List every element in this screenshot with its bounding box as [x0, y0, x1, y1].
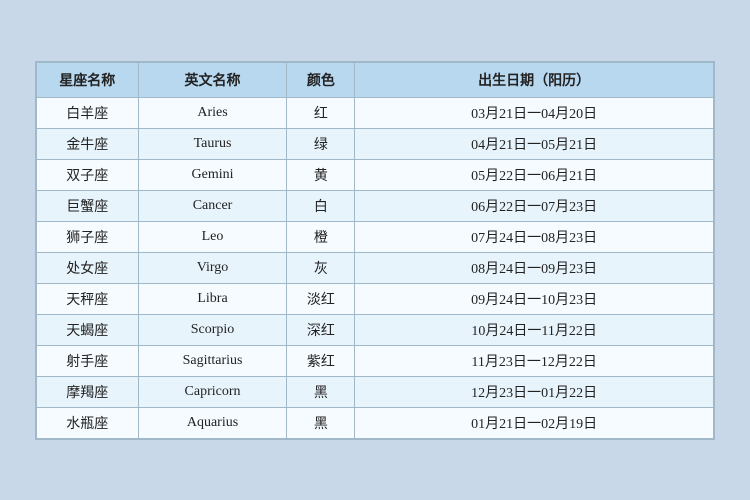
- header-date: 出生日期（阳历）: [355, 62, 714, 97]
- cell-date: 01月21日一02月19日: [355, 407, 714, 438]
- cell-english: Leo: [138, 221, 287, 252]
- cell-chinese: 狮子座: [37, 221, 139, 252]
- cell-chinese: 双子座: [37, 159, 139, 190]
- cell-date: 05月22日一06月21日: [355, 159, 714, 190]
- cell-english: Aquarius: [138, 407, 287, 438]
- table-row: 天蝎座Scorpio深红10月24日一11月22日: [37, 314, 714, 345]
- cell-chinese: 白羊座: [37, 97, 139, 128]
- cell-chinese: 天蝎座: [37, 314, 139, 345]
- cell-english: Virgo: [138, 252, 287, 283]
- cell-date: 12月23日一01月22日: [355, 376, 714, 407]
- header-english: 英文名称: [138, 62, 287, 97]
- cell-english: Aries: [138, 97, 287, 128]
- cell-date: 09月24日一10月23日: [355, 283, 714, 314]
- cell-date: 04月21日一05月21日: [355, 128, 714, 159]
- cell-english: Libra: [138, 283, 287, 314]
- cell-color: 绿: [287, 128, 355, 159]
- header-color: 颜色: [287, 62, 355, 97]
- cell-color: 黑: [287, 407, 355, 438]
- cell-color: 灰: [287, 252, 355, 283]
- cell-color: 深红: [287, 314, 355, 345]
- cell-chinese: 摩羯座: [37, 376, 139, 407]
- cell-english: Sagittarius: [138, 345, 287, 376]
- table-row: 双子座Gemini黄05月22日一06月21日: [37, 159, 714, 190]
- cell-chinese: 水瓶座: [37, 407, 139, 438]
- table-row: 摩羯座Capricorn黑12月23日一01月22日: [37, 376, 714, 407]
- table-row: 天秤座Libra淡红09月24日一10月23日: [37, 283, 714, 314]
- cell-english: Scorpio: [138, 314, 287, 345]
- cell-english: Capricorn: [138, 376, 287, 407]
- cell-chinese: 处女座: [37, 252, 139, 283]
- cell-english: Taurus: [138, 128, 287, 159]
- table-header-row: 星座名称 英文名称 颜色 出生日期（阳历）: [37, 62, 714, 97]
- cell-date: 07月24日一08月23日: [355, 221, 714, 252]
- cell-color: 黑: [287, 376, 355, 407]
- cell-color: 红: [287, 97, 355, 128]
- cell-color: 白: [287, 190, 355, 221]
- table-row: 白羊座Aries红03月21日一04月20日: [37, 97, 714, 128]
- zodiac-table: 星座名称 英文名称 颜色 出生日期（阳历） 白羊座Aries红03月21日一04…: [36, 62, 714, 439]
- cell-chinese: 天秤座: [37, 283, 139, 314]
- cell-date: 03月21日一04月20日: [355, 97, 714, 128]
- table-row: 金牛座Taurus绿04月21日一05月21日: [37, 128, 714, 159]
- cell-chinese: 射手座: [37, 345, 139, 376]
- cell-color: 黄: [287, 159, 355, 190]
- table-row: 处女座Virgo灰08月24日一09月23日: [37, 252, 714, 283]
- cell-color: 橙: [287, 221, 355, 252]
- table-row: 狮子座Leo橙07月24日一08月23日: [37, 221, 714, 252]
- cell-date: 08月24日一09月23日: [355, 252, 714, 283]
- table-row: 射手座Sagittarius紫红11月23日一12月22日: [37, 345, 714, 376]
- cell-color: 淡红: [287, 283, 355, 314]
- cell-chinese: 巨蟹座: [37, 190, 139, 221]
- cell-english: Gemini: [138, 159, 287, 190]
- table-body: 白羊座Aries红03月21日一04月20日金牛座Taurus绿04月21日一0…: [37, 97, 714, 438]
- table-row: 巨蟹座Cancer白06月22日一07月23日: [37, 190, 714, 221]
- cell-chinese: 金牛座: [37, 128, 139, 159]
- header-chinese: 星座名称: [37, 62, 139, 97]
- zodiac-table-container: 星座名称 英文名称 颜色 出生日期（阳历） 白羊座Aries红03月21日一04…: [35, 61, 715, 440]
- cell-color: 紫红: [287, 345, 355, 376]
- table-row: 水瓶座Aquarius黑01月21日一02月19日: [37, 407, 714, 438]
- cell-date: 11月23日一12月22日: [355, 345, 714, 376]
- cell-date: 06月22日一07月23日: [355, 190, 714, 221]
- cell-english: Cancer: [138, 190, 287, 221]
- cell-date: 10月24日一11月22日: [355, 314, 714, 345]
